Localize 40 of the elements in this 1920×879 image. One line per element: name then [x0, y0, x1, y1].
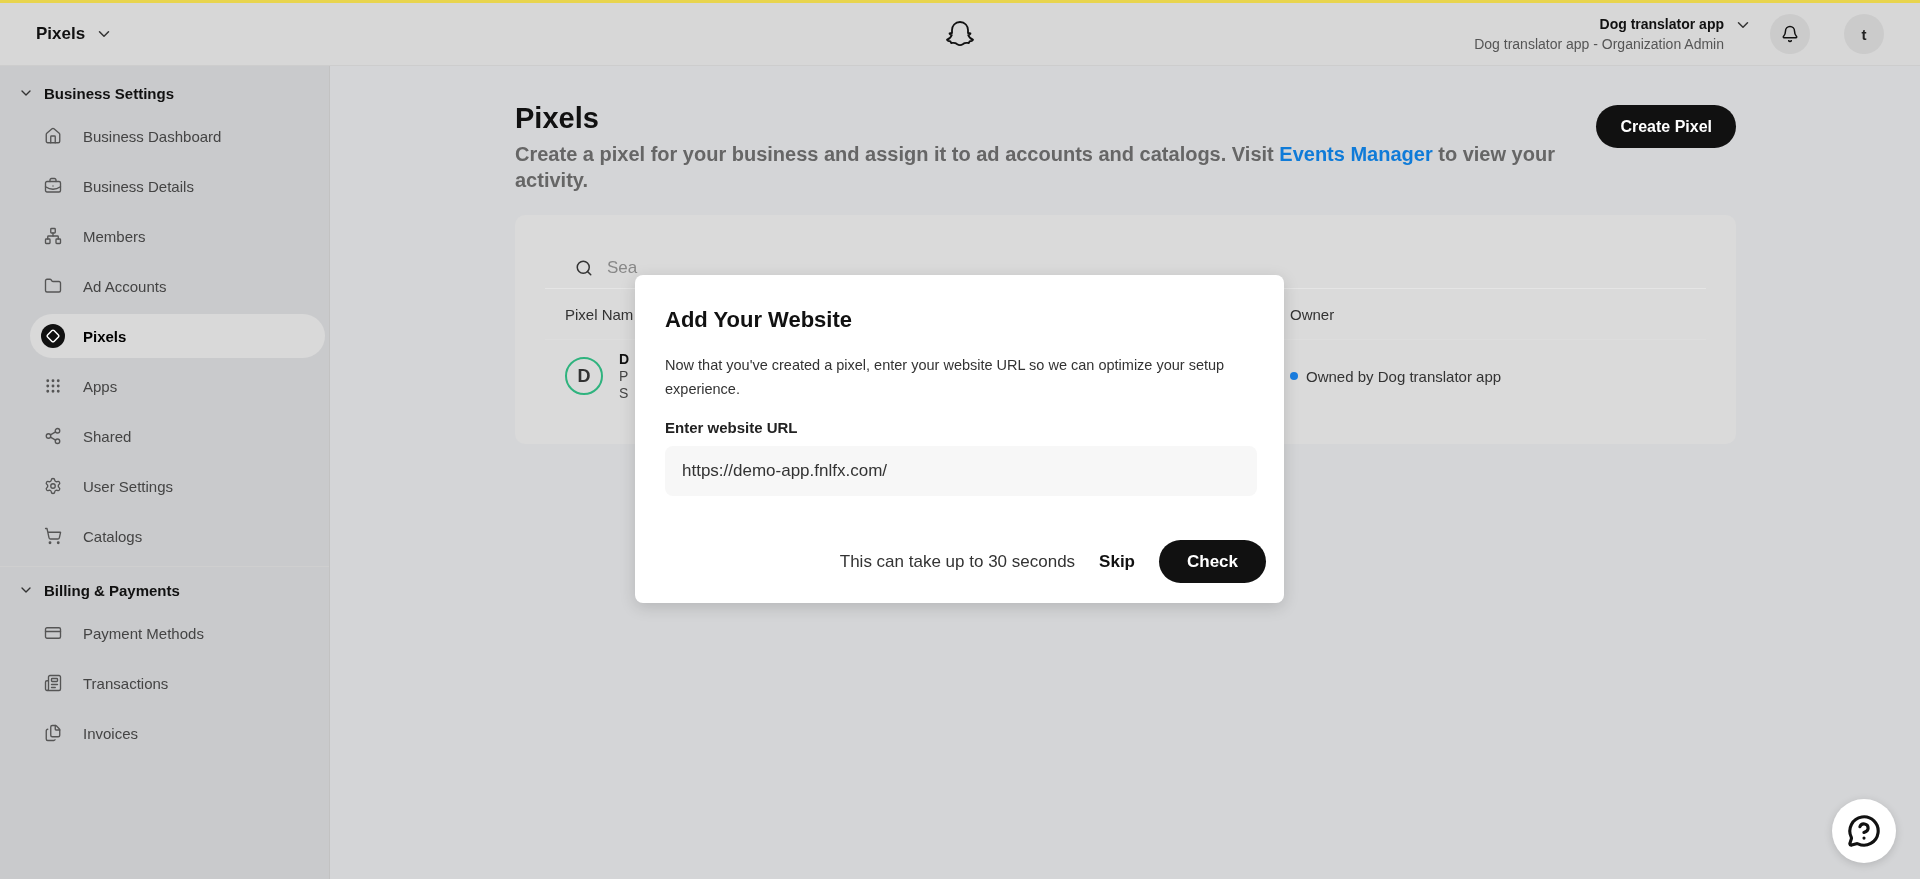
page-title: Pixels [36, 24, 86, 44]
sidebar-item[interactable]: Business Dashboard [30, 114, 325, 158]
sidebar-item[interactable]: Invoices [30, 711, 325, 755]
account-role: Dog translator app - Organization Admin [1474, 36, 1724, 52]
help-icon [1847, 814, 1881, 848]
sidebar-item[interactable]: User Settings [30, 464, 325, 508]
pixel-detail: P [619, 367, 630, 385]
page-heading: Pixels [515, 102, 600, 135]
pixel-detail: S [619, 384, 630, 402]
check-button[interactable]: Check [1159, 540, 1266, 583]
sidebar-item[interactable]: Apps [30, 364, 325, 408]
sidebar-item[interactable]: Ad Accounts [30, 264, 325, 308]
page-description: Create a pixel for your business and assign it to ad accounts and catalogs. Visit Events Manager to view your activity. [515, 142, 1555, 193]
pixel-avatar: D [565, 357, 603, 395]
owner-text: Owned by Dog translator app [1306, 367, 1502, 385]
pixel-name: D [619, 350, 630, 368]
bell-icon [1781, 25, 1799, 43]
column-header[interactable]: Owner [1290, 305, 1706, 323]
sidebar-item[interactable]: Payment Methods [30, 611, 325, 655]
avatar-button[interactable]: t [1844, 14, 1884, 54]
search-icon [575, 259, 593, 277]
sidebar-item[interactable]: Transactions [30, 661, 325, 705]
ghost-logo[interactable] [945, 19, 975, 49]
website-url-field[interactable]: https://demo-app.fnlfx.com/ [665, 446, 1257, 496]
search-field[interactable]: Sea [605, 257, 909, 279]
sidebar-item[interactable]: Members [30, 214, 325, 258]
skip-button[interactable]: Skip [1099, 545, 1135, 578]
dialog-description: Now that you've created a pixel, enter your website URL so we can optimize your setup experience. [665, 356, 1226, 399]
section-header[interactable]: Business Settings [0, 78, 193, 108]
field-label: Enter website URL [665, 419, 799, 436]
sidebar-item[interactable]: Pixels [30, 314, 325, 358]
dialog-title: Add Your Website [665, 307, 854, 333]
create-pixel-button[interactable]: Create Pixel [1596, 105, 1736, 148]
sidebar-item[interactable]: Business Details [30, 164, 325, 208]
account-name: Dog translator app [1599, 16, 1724, 32]
notifications-button[interactable] [1770, 14, 1810, 54]
sidebar-item[interactable]: Catalogs [30, 514, 325, 558]
dialog-note: This can take up to 30 seconds [839, 551, 1076, 572]
section-header[interactable]: Billing & Payments [0, 575, 198, 605]
sidebar-item[interactable]: Shared [30, 414, 325, 458]
